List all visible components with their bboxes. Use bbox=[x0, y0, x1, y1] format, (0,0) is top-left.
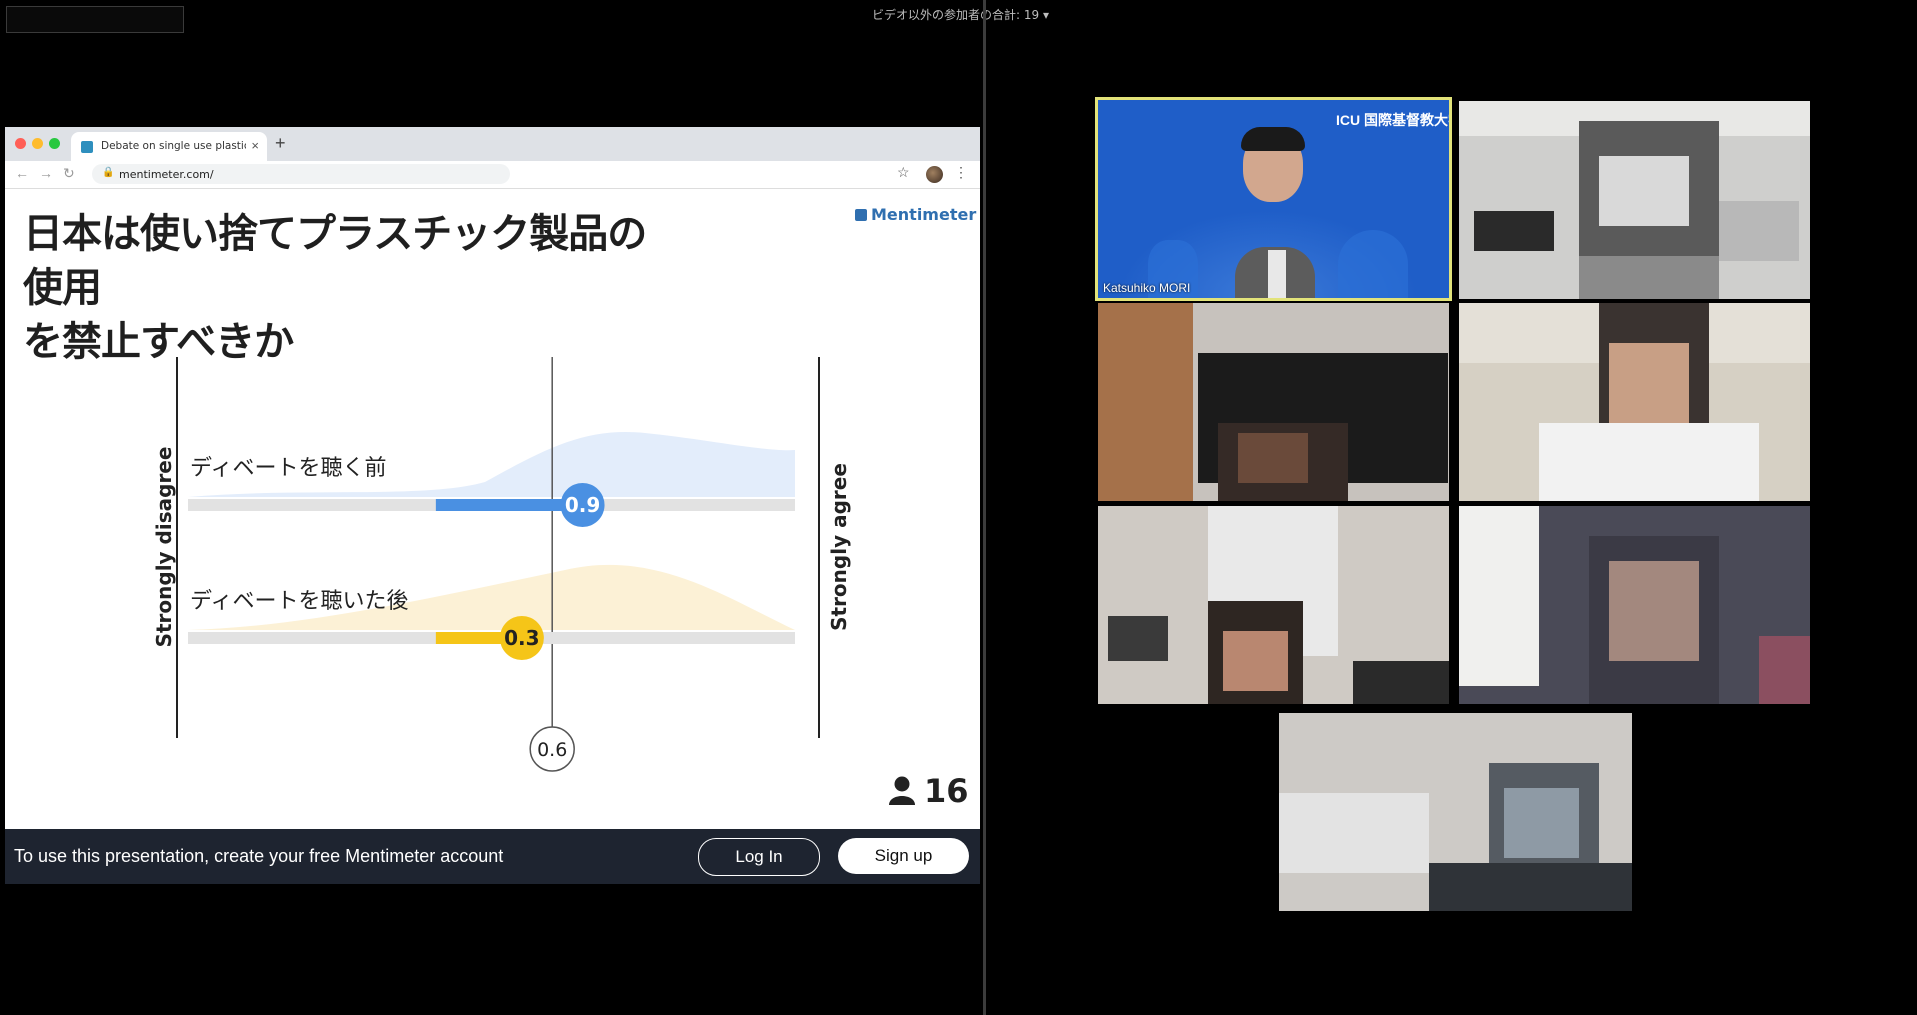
left-scale-label: Strongly disagree bbox=[152, 447, 176, 648]
right-scale-label: Strongly agree bbox=[827, 463, 851, 631]
participant-video-tile-active[interactable]: ICU 国際基督教大学 Katsuhiko MORI bbox=[1095, 97, 1452, 301]
account-banner: To use this presentation, create your fr… bbox=[5, 829, 980, 884]
value-label-1: 0.9 bbox=[565, 493, 600, 517]
scale-chart: Strongly disagree Strongly agree 0.9 ディベー… bbox=[152, 357, 851, 772]
participant-counter: 16 bbox=[888, 772, 969, 810]
top-text-field[interactable] bbox=[6, 6, 184, 33]
average-value-label: 0.6 bbox=[537, 739, 567, 761]
shared-browser-window: Debate on single use plastics | × + ← → … bbox=[5, 127, 980, 884]
value-bar-1 bbox=[435, 499, 583, 511]
participant-name: Katsuhiko MORI bbox=[1103, 281, 1191, 295]
value-label-2: 0.3 bbox=[504, 626, 539, 650]
participant-video-tile[interactable] bbox=[1098, 303, 1449, 501]
person-icon bbox=[889, 776, 915, 805]
participant-video-tile[interactable] bbox=[1459, 101, 1810, 299]
series-label-2: ディベートを聴いた後 bbox=[190, 589, 408, 614]
participant-video-tile[interactable] bbox=[1279, 713, 1632, 911]
average-marker: 0.6 bbox=[529, 726, 575, 772]
non-video-participant-count[interactable]: ビデオ以外の参加者の合計: 19 ▾ bbox=[872, 6, 1049, 23]
banner-message: To use this presentation, create your fr… bbox=[14, 846, 504, 866]
participant-video-tile[interactable] bbox=[1459, 506, 1810, 704]
participant-video-tile[interactable] bbox=[1459, 303, 1810, 501]
log-in-button[interactable]: Log In bbox=[698, 838, 820, 876]
sign-up-button[interactable]: Sign up bbox=[838, 838, 969, 874]
series-label-1: ディベートを聴く前 bbox=[190, 456, 386, 481]
participant-count: 16 bbox=[924, 772, 969, 810]
split-divider[interactable] bbox=[983, 0, 986, 1015]
participant-video-tile[interactable] bbox=[1098, 506, 1449, 704]
icu-logo: ICU 国際基督教大学 bbox=[1336, 112, 1449, 128]
